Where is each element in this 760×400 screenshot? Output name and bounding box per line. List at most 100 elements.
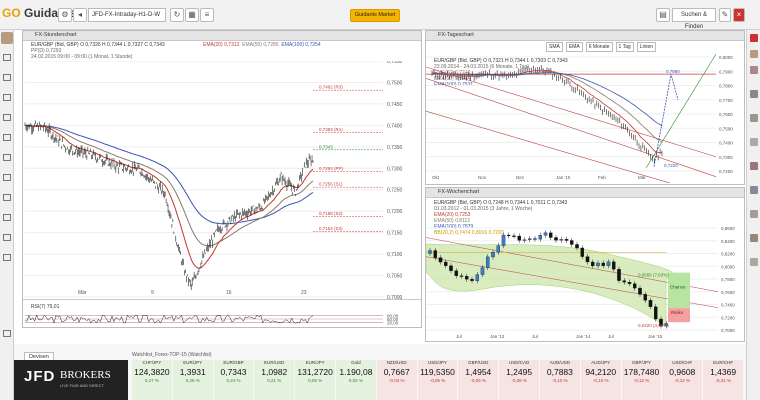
edit-icon[interactable]: ✎ (719, 8, 731, 22)
help-icon[interactable] (3, 254, 11, 261)
user-avatar-icon-6[interactable] (750, 162, 758, 170)
weekly-chart-svg[interactable]: Chance Risiko 0,0565 (7,83%) 0,0220 (3,05%)… (426, 198, 744, 340)
candle-body (512, 235, 516, 237)
pivot-label: 0,7153 (S3) (319, 226, 343, 231)
panel-title: FX-Wochenchart (426, 188, 744, 198)
chart-icon[interactable] (3, 74, 11, 81)
ticker-cell[interactable]: GBP/JPY 178,7480 -0,12 % (621, 360, 662, 400)
back-icon[interactable]: ◂ (73, 8, 87, 22)
candle-body (575, 244, 579, 249)
ticker-change: 0,08 % (308, 378, 323, 383)
settings-icon[interactable]: ⚙ (58, 8, 72, 22)
y-tick-label: 0,7900 (719, 69, 733, 74)
grid-icon[interactable] (3, 134, 11, 141)
x-tick-label: Jul (456, 334, 462, 339)
ticker-cell[interactable]: EUR/GBP 0,7343 0,24 % (213, 360, 254, 400)
ticker-cell[interactable]: EUR/CHF 1,4369 -0,31 % (703, 360, 743, 400)
intraday-chart-svg[interactable]: 0,7482 (R3) 0,7383 (R1) 0,7343 0,7293 (PP) 0… (23, 61, 421, 326)
panel-title: FX-Tageschart (426, 31, 744, 41)
x-tick-label: Mär (638, 175, 646, 180)
user-avatar-icon-4[interactable] (750, 114, 758, 122)
y-tick-label: 0,7400 (719, 141, 733, 146)
y-tick-label: 0,7600 (719, 112, 733, 117)
news-icon[interactable] (3, 114, 11, 121)
user-avatar-icon-3[interactable] (750, 90, 758, 98)
candle-body (538, 235, 543, 240)
ema-button[interactable]: EMA (565, 42, 583, 52)
candle-body (496, 245, 501, 253)
ticker-cell[interactable]: AUD/JPY 94,2120 -0,10 % (580, 360, 621, 400)
user-avatar-icon-2[interactable] (750, 66, 758, 74)
avatar[interactable] (1, 32, 13, 44)
linetype-select[interactable]: Linien (636, 42, 657, 52)
daily-chart-svg[interactable]: 0,7880 0,7220 0,8000 0,7900 0,7800 0,7700 0,7… (426, 53, 744, 183)
y-tick-label: 0,7200 (719, 169, 733, 174)
y-tick-label: 0,7000 (387, 295, 403, 301)
list-icon[interactable]: ≡ (200, 8, 214, 22)
tools-icon[interactable] (3, 234, 11, 241)
ticker-change: 0,24 % (226, 378, 241, 383)
ticker-cell[interactable]: AUD/USD 0,7883 -0,10 % (540, 360, 580, 400)
user-avatar-icon[interactable] (750, 50, 758, 58)
guidants-market-button[interactable]: Guidants Market (350, 9, 400, 22)
bell-icon[interactable] (3, 154, 11, 161)
x-tick-label: 23 (301, 290, 307, 296)
record-icon[interactable] (750, 34, 758, 42)
mail-icon[interactable] (3, 194, 11, 201)
refresh-icon[interactable]: ↻ (170, 8, 184, 22)
sma-button[interactable]: SMA (546, 42, 563, 52)
user-avatar-icon-8[interactable] (750, 210, 758, 218)
intraday-chart-panel: FX-Stundenchart EUR/GBP (Bid, GBP) O 0,7… (22, 30, 422, 328)
ticker-change: -0,03 % (388, 378, 405, 383)
plus-icon[interactable] (3, 330, 11, 337)
jfd-brokers-logo: JFD BROKERS LIVE FAIR AND DIRECT (14, 360, 128, 400)
candle-body (443, 261, 448, 266)
ticker-cell[interactable]: USD/CHF 0,9608 -0,12 % (662, 360, 703, 400)
user-avatar-icon-7[interactable] (750, 186, 758, 194)
x-tick-label: Feb (598, 175, 606, 180)
user-icon[interactable] (3, 174, 11, 181)
ticker-cell[interactable]: USD/CAD 1,2495 -0,08 % (499, 360, 539, 400)
ticker-cell[interactable]: NZD/USD 0,7667 -0,03 % (376, 360, 417, 400)
ticker-name: NZD/USD (386, 360, 407, 365)
calendar-icon[interactable]: ▤ (656, 8, 670, 22)
search-button[interactable]: Suchen & Finden (672, 8, 716, 30)
ticker-name: USD/CHF (672, 360, 693, 365)
candle-body (585, 256, 590, 263)
ticker-name: EUR/JPY (305, 360, 325, 365)
candle-body (611, 261, 616, 270)
x-tick-label: Jan '14 (576, 334, 591, 339)
y-tick-label: 0,7200 (387, 209, 403, 215)
y-tick-label: 0,7700 (719, 98, 733, 103)
layout-icon[interactable]: ▦ (185, 8, 199, 22)
ticker-cell[interactable]: EUR/USD 1,0982 0,21 % (254, 360, 295, 400)
y-tick-label: 0,8200 (721, 252, 735, 257)
candle-body (480, 267, 485, 275)
ticker-cell[interactable]: EUR/JPY 131,2720 0,08 % (295, 360, 335, 400)
ticker-change: -0,12 % (633, 378, 650, 383)
ticker-cell[interactable]: CHF/JPY 124,3820 0,27 % (132, 360, 172, 400)
pivot-label: 0,7188 (S2) (319, 211, 343, 216)
ticker-value: 1,4954 (465, 367, 492, 377)
symbol-field[interactable]: JFD-FX-Intraday-H1-D-W (88, 8, 166, 22)
close-icon[interactable]: × (733, 8, 745, 22)
monitor-icon[interactable] (3, 54, 11, 61)
ticker-cell[interactable]: USD/JPY 119,5350 -0,05 % (417, 360, 458, 400)
user-avatar-icon-9[interactable] (750, 234, 758, 242)
brokers-wordmark: BROKERS (60, 369, 111, 381)
period-select[interactable]: 6 Monate (585, 42, 613, 52)
ticker-value: 124,3820 (134, 367, 170, 377)
ticker-name: USD/JPY (427, 360, 447, 365)
user-avatar-icon-5[interactable] (750, 138, 758, 146)
ticker-cell[interactable]: GBP/USD 1,4954 -0,06 % (458, 360, 499, 400)
interval-select[interactable]: 1 Tag (615, 42, 634, 52)
user-avatar-icon-10[interactable] (750, 258, 758, 266)
star-icon[interactable] (3, 214, 11, 221)
y-tick-label: 0,7500 (387, 80, 403, 86)
candle-body (559, 239, 563, 241)
ticker-value: 1.190,08 (339, 367, 373, 377)
ticker-cell[interactable]: EUR/JPY 1,3931 0,25 % (172, 360, 213, 400)
ticker-cell[interactable]: Gold 1.190,08 0,02 % (336, 360, 376, 400)
folder-icon[interactable] (3, 94, 11, 101)
y-tick-label: 0,7400 (387, 123, 403, 129)
